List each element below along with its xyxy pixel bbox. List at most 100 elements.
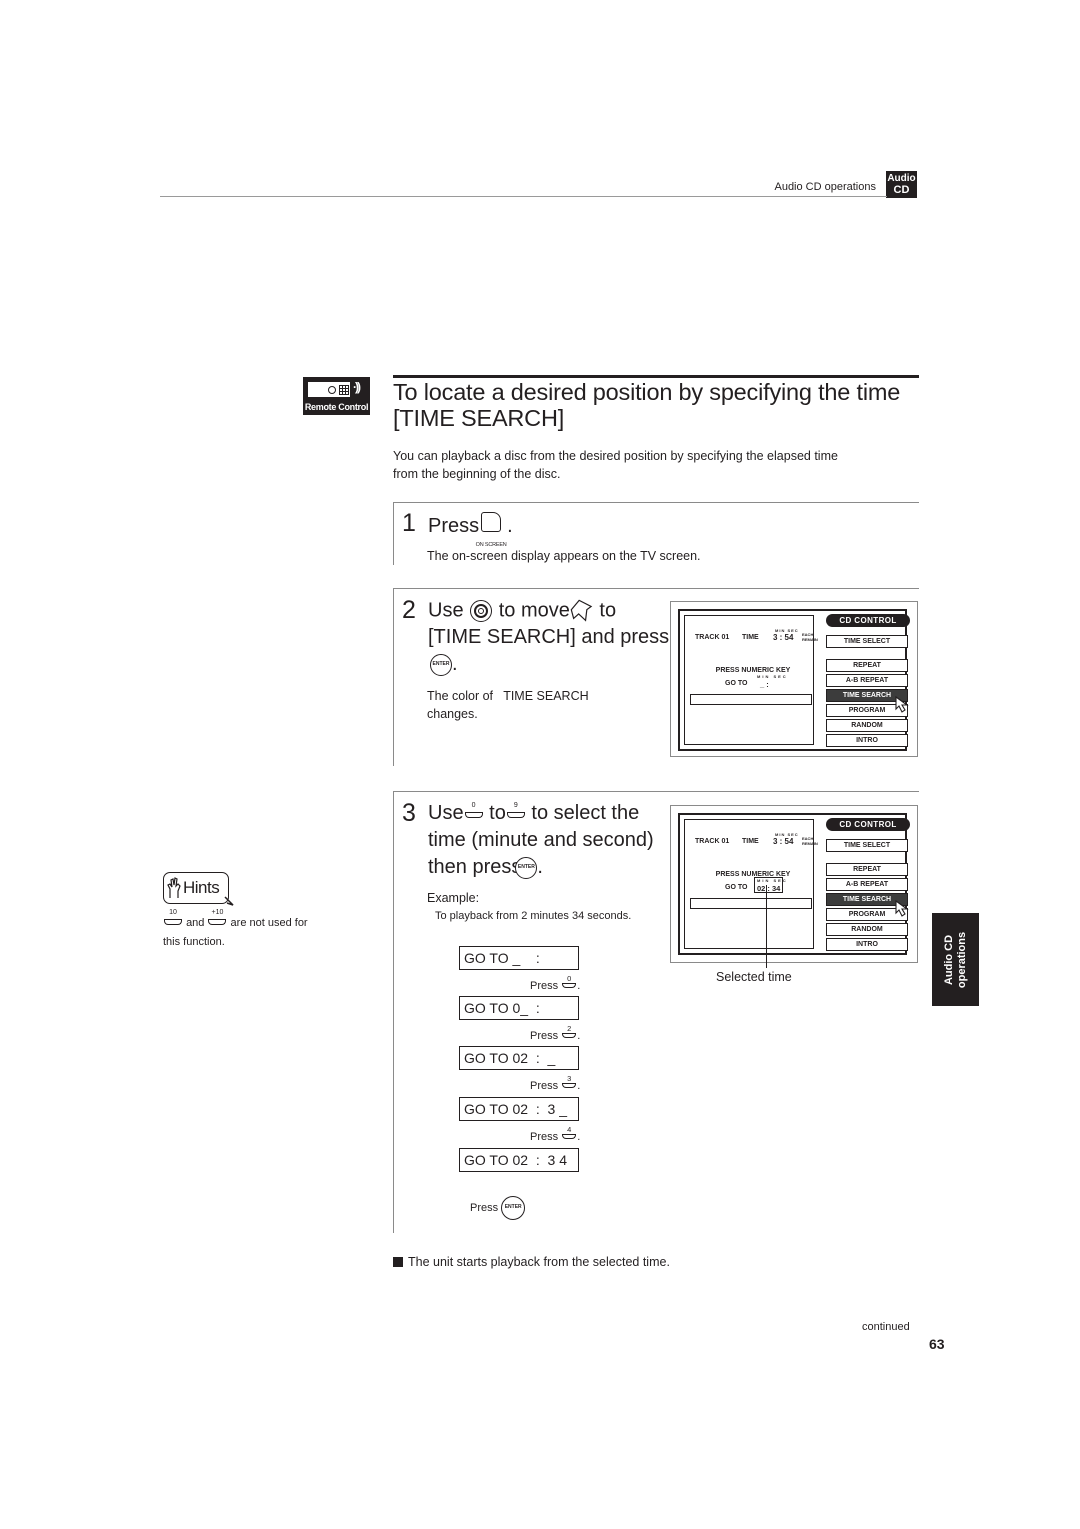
osd-time-value: 3 : 54 <box>773 633 794 642</box>
enter-button-icon: ENTER <box>515 856 538 879</box>
step3-to-select-text: to select the <box>531 802 640 824</box>
osd-info-panel: TRACK 01 TIME MIN SEC 3 : 54 EACH REMAIN … <box>684 615 818 745</box>
bullet-square-icon <box>393 1257 403 1267</box>
press-text: Press <box>530 1131 559 1143</box>
key-shape <box>464 812 483 818</box>
osd-menu-intro[interactable]: INTRO <box>826 938 908 951</box>
step2-note: The color of TIME SEARCH changes. <box>427 687 589 723</box>
step3-number: 3 <box>402 799 416 827</box>
step2-note-line2: changes. <box>427 707 478 721</box>
side-tab-line2: operations <box>955 931 968 988</box>
osd-track: TRACK 01 <box>695 634 730 641</box>
step1-note: The on-screen display appears on the TV … <box>427 549 701 563</box>
result-text: The unit starts playback from the select… <box>393 1255 670 1269</box>
badge-line1: Audio <box>887 173 916 184</box>
goto-display-1: GO TO _ : <box>459 946 579 970</box>
step1-heading: Press ON SCREEN. <box>428 510 513 548</box>
key-label: 2 <box>567 1024 572 1033</box>
osd-menu-random[interactable]: RANDOM <box>826 923 908 936</box>
key-label: 10 <box>169 909 177 916</box>
osd-info-panel: TRACK 01 TIME MIN SEC 3 : 54 EACH REMAIN … <box>684 819 818 949</box>
osd-menu-random[interactable]: RANDOM <box>826 719 908 732</box>
osd-input-bar <box>690 898 812 909</box>
enter-button-icon: ENTER <box>430 653 452 676</box>
osd-press-numeric: PRESS NUMERIC KEY <box>715 667 791 674</box>
osd-menu-intro[interactable]: INTRO <box>826 734 908 747</box>
continued-label: continued <box>862 1321 910 1333</box>
step2-use-text: Use <box>428 599 464 622</box>
crossed-fingers-icon <box>167 877 181 898</box>
step3-to-text: to <box>489 802 506 824</box>
key-label: 9 <box>513 802 518 809</box>
on-screen-button-shape <box>481 512 502 532</box>
step3-rule <box>393 791 919 792</box>
header-section-label: Audio CD operations <box>774 181 876 193</box>
osd-goto-value: _ : <box>760 680 769 689</box>
osd-cd-control-tab: CD CONTROL <box>826 818 910 831</box>
side-tab-audio-cd-operations[interactable]: Audio CD operations <box>932 913 979 1006</box>
step1-rule <box>393 502 919 503</box>
hints-badge: Hints <box>163 872 234 906</box>
remote-keypad-glyph <box>339 385 349 395</box>
osd-time-label: TIME <box>742 838 759 845</box>
osd-each-remain: EACH REMAIN <box>802 632 818 642</box>
goto-display-3: GO TO 02 : _ <box>459 1046 579 1070</box>
step3-heading-line2: time (minute and second) <box>428 829 654 851</box>
signal-waves-icon: ·)) <box>353 380 361 394</box>
step1-number: 1 <box>402 509 416 537</box>
osd-pointer-icon <box>895 899 909 917</box>
remote-button-glyph <box>328 386 336 394</box>
step2-border <box>393 588 394 766</box>
remote-body <box>307 381 351 398</box>
intro-line1: You can playback a disc from the desired… <box>393 449 838 463</box>
press-text: Press <box>530 1080 559 1092</box>
result-label: The unit starts playback from the select… <box>408 1255 670 1269</box>
final-press-enter: Press ENTER <box>470 1196 526 1220</box>
step2-period: . <box>452 653 458 675</box>
numeric-key-9-icon: 9 <box>506 802 526 819</box>
step3-period: . <box>537 856 543 878</box>
step3-border <box>393 791 394 1233</box>
osd-outer-frame: TRACK 01 TIME MIN SEC 3 : 54 EACH REMAIN … <box>678 813 910 955</box>
osd-menu-ab-repeat[interactable]: A-B REPEAT <box>826 878 908 891</box>
pointer-arrow-icon <box>570 599 593 622</box>
step3-heading-line3: then pressENTER. <box>428 854 543 881</box>
numeric-key-icon: 0 <box>561 975 577 989</box>
goto-display-5: GO TO 02 : 3 4 <box>459 1148 579 1172</box>
key-label: 4 <box>567 1125 572 1134</box>
key-label: +10 <box>211 909 224 916</box>
selected-time-label: Selected time <box>716 970 792 984</box>
osd-pointer-icon <box>895 695 909 713</box>
press-text: Press <box>530 1030 559 1042</box>
title-rule <box>393 375 919 378</box>
key-label: 0 <box>471 802 476 809</box>
hints-and: and <box>186 917 205 929</box>
key-shape <box>562 1033 577 1038</box>
numeric-key-10-icon: 10 <box>163 909 183 926</box>
cursor-joystick-icon <box>469 597 493 625</box>
step2-heading-line1: Use to move to <box>428 597 616 625</box>
osd-menu-time-select[interactable]: TIME SELECT <box>826 635 908 648</box>
numeric-key-icon: 4 <box>561 1125 577 1140</box>
osd-press-numeric: PRESS NUMERIC KEY <box>715 871 791 878</box>
key-label: 3 <box>567 1074 572 1083</box>
header-divider <box>160 196 887 197</box>
badge-line2: CD <box>893 184 910 196</box>
numeric-key-0-icon: 0 <box>464 802 484 819</box>
osd-menu-ab-repeat[interactable]: A-B REPEAT <box>826 674 908 687</box>
press-key-3: Press 3. <box>530 1074 581 1093</box>
osd-screen-step3: TRACK 01 TIME MIN SEC 3 : 54 EACH REMAIN … <box>670 805 918 963</box>
osd-menu-repeat[interactable]: REPEAT <box>826 659 908 672</box>
step3-heading-line1: Use 0 to 9 to select the <box>428 800 639 827</box>
key-shape <box>562 983 577 988</box>
press-key-2: Press 2. <box>530 1024 581 1043</box>
step2-rule <box>393 588 919 589</box>
osd-menu-repeat[interactable]: REPEAT <box>826 863 908 876</box>
numeric-key-icon: 2 <box>561 1024 577 1039</box>
title-line2: [TIME SEARCH] <box>393 405 565 431</box>
osd-input-bar <box>690 694 812 705</box>
press-key-4: Press 4. <box>530 1125 581 1144</box>
osd-menu-time-select[interactable]: TIME SELECT <box>826 839 908 852</box>
goto-display-4: GO TO 02 : 3 _ <box>459 1097 579 1121</box>
osd-goto-label: GO TO <box>725 680 748 687</box>
